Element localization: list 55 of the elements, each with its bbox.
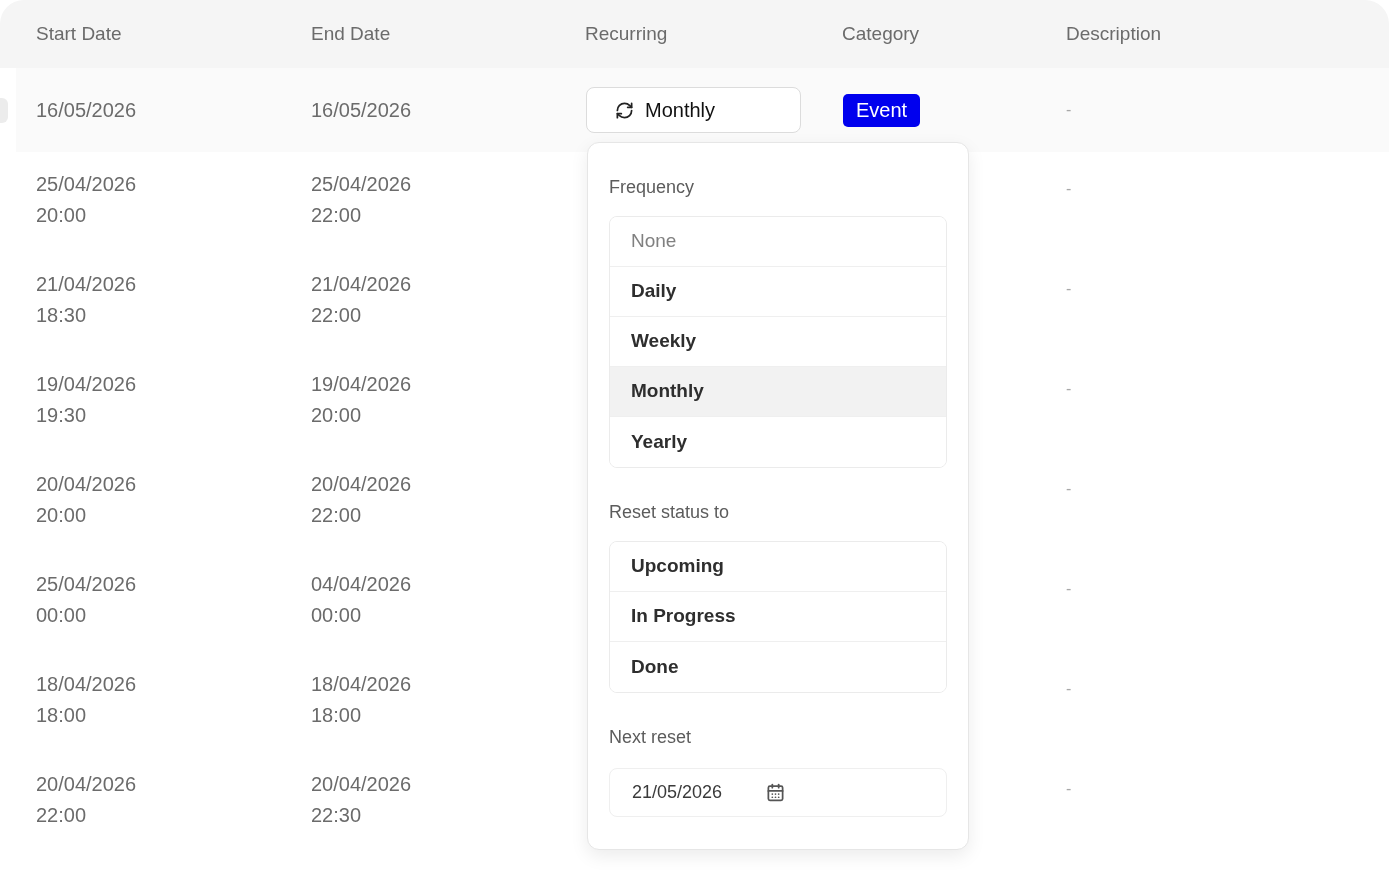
date-text: 16/05/2026: [311, 97, 412, 123]
field-label: Frequency: [609, 176, 695, 199]
date-text: 20/04/2026: [36, 472, 137, 497]
time-text: 18:30: [36, 303, 87, 328]
date-text: 25/04/2026: [311, 172, 412, 197]
column-header: Start Date: [36, 21, 122, 46]
time-text: 20:00: [36, 503, 87, 528]
date-text: 19/04/2026: [311, 372, 412, 397]
recurring-dropdown[interactable]: Monthly: [586, 87, 801, 133]
date-field[interactable]: 21/05/2026: [609, 768, 947, 817]
status-option[interactable]: Upcoming: [610, 542, 946, 592]
time-text: 19:30: [36, 403, 87, 428]
date-text: 19/04/2026: [36, 372, 137, 397]
column-header: Category: [842, 21, 920, 46]
time-text: 22:00: [311, 503, 362, 528]
date-text: 20/04/2026: [311, 772, 412, 797]
column-header: End Date: [311, 21, 391, 46]
description-text: -: [1066, 479, 1072, 499]
refresh-icon: [615, 100, 634, 120]
field-label: Reset status to: [609, 501, 730, 524]
time-text: 00:00: [36, 603, 87, 628]
time-text: 22:00: [311, 203, 362, 228]
time-text: 18:00: [311, 703, 362, 728]
category-tag: Event: [843, 93, 921, 127]
time-text: 20:00: [36, 203, 87, 228]
description-text: -: [1066, 779, 1072, 799]
frequency-option[interactable]: Monthly: [610, 367, 946, 417]
time-text: 00:00: [311, 603, 362, 628]
date-text: 21/04/2026: [36, 272, 137, 297]
date-text: 04/04/2026: [311, 572, 412, 597]
time-text: 22:00: [311, 303, 362, 328]
time-text: 18:00: [36, 703, 87, 728]
time-text: 20:00: [311, 403, 362, 428]
frequency-option[interactable]: None: [610, 217, 946, 267]
description-text: -: [1066, 679, 1072, 699]
date-text: 21/04/2026: [311, 272, 412, 297]
column-header: Recurring: [585, 21, 668, 46]
description-text: -: [1066, 100, 1072, 120]
date-text: 16/05/2026: [36, 97, 137, 123]
description-text: -: [1066, 279, 1072, 299]
calendar-icon: [766, 783, 786, 802]
date-text: 25/04/2026: [36, 172, 137, 197]
column-header: Description: [1066, 21, 1162, 46]
date-text: 20/04/2026: [311, 472, 412, 497]
description-text: -: [1066, 379, 1072, 399]
field-label: Next reset: [609, 726, 692, 749]
table-row[interactable]: 16/05/2026 16/05/2026 Monthly Event -: [16, 68, 1389, 152]
time-text: 22:00: [36, 803, 87, 828]
date-text: 18/04/2026: [36, 672, 137, 697]
time-text: 22:30: [311, 803, 362, 828]
date-text: 20/04/2026: [36, 772, 137, 797]
date-text: 18/04/2026: [311, 672, 412, 697]
description-text: -: [1066, 179, 1072, 199]
date-text: 25/04/2026: [36, 572, 137, 597]
description-text: -: [1066, 579, 1072, 599]
